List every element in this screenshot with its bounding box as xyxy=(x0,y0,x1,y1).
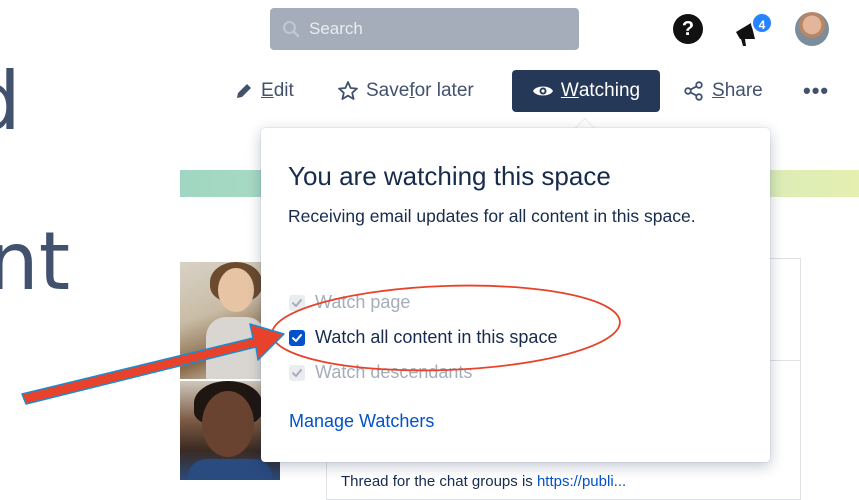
popover-title: You are watching this space xyxy=(288,161,611,191)
checkbox-watch-descendants xyxy=(289,364,305,381)
checkbox-watch-space[interactable] xyxy=(289,329,305,346)
help-icon[interactable]: ? xyxy=(673,14,703,44)
popover-description: Receiving email updates for all content … xyxy=(288,206,696,226)
watching-button[interactable]: Watching xyxy=(512,70,660,112)
search-placeholder: Search xyxy=(309,19,363,38)
notifications-button[interactable]: 4 xyxy=(733,12,773,48)
notification-badge: 4 xyxy=(751,12,773,34)
check-icon xyxy=(292,368,302,377)
watch-page-label: Watch page xyxy=(315,292,411,312)
watch-descendants-option: Watch descendants xyxy=(289,362,472,383)
watch-page-option: Watch page xyxy=(289,292,410,313)
content-text: Thread for the chat groups is https://pu… xyxy=(341,473,627,490)
manage-watchers-link[interactable]: Manage Watchers xyxy=(289,411,434,432)
user-avatar[interactable] xyxy=(795,12,829,46)
content-link[interactable]: https://publi... xyxy=(537,473,626,490)
eye-icon xyxy=(532,86,553,96)
background-heading-fragment-2: nt xyxy=(0,215,71,308)
background-heading-fragment: d xyxy=(0,62,21,142)
watch-popover: You are watching this space Receiving em… xyxy=(261,128,770,462)
search-icon xyxy=(283,21,300,38)
watch-space-option[interactable]: Watch all content in this space xyxy=(289,327,557,348)
check-icon xyxy=(292,298,302,307)
pencil-icon xyxy=(237,84,251,98)
more-actions-button[interactable]: ••• xyxy=(803,70,829,112)
watch-space-label[interactable]: Watch all content in this space xyxy=(315,327,557,348)
share-button[interactable]: Share xyxy=(683,70,763,112)
star-icon xyxy=(338,81,358,100)
save-for-later-button[interactable]: Save f or later xyxy=(337,70,474,112)
edit-button[interactable]: Edit xyxy=(234,70,294,112)
share-icon xyxy=(684,81,703,101)
search-input[interactable]: Search xyxy=(270,8,579,50)
check-icon xyxy=(292,333,302,342)
checkbox-watch-page xyxy=(289,294,305,311)
watch-descendants-label: Watch descendants xyxy=(315,362,473,382)
